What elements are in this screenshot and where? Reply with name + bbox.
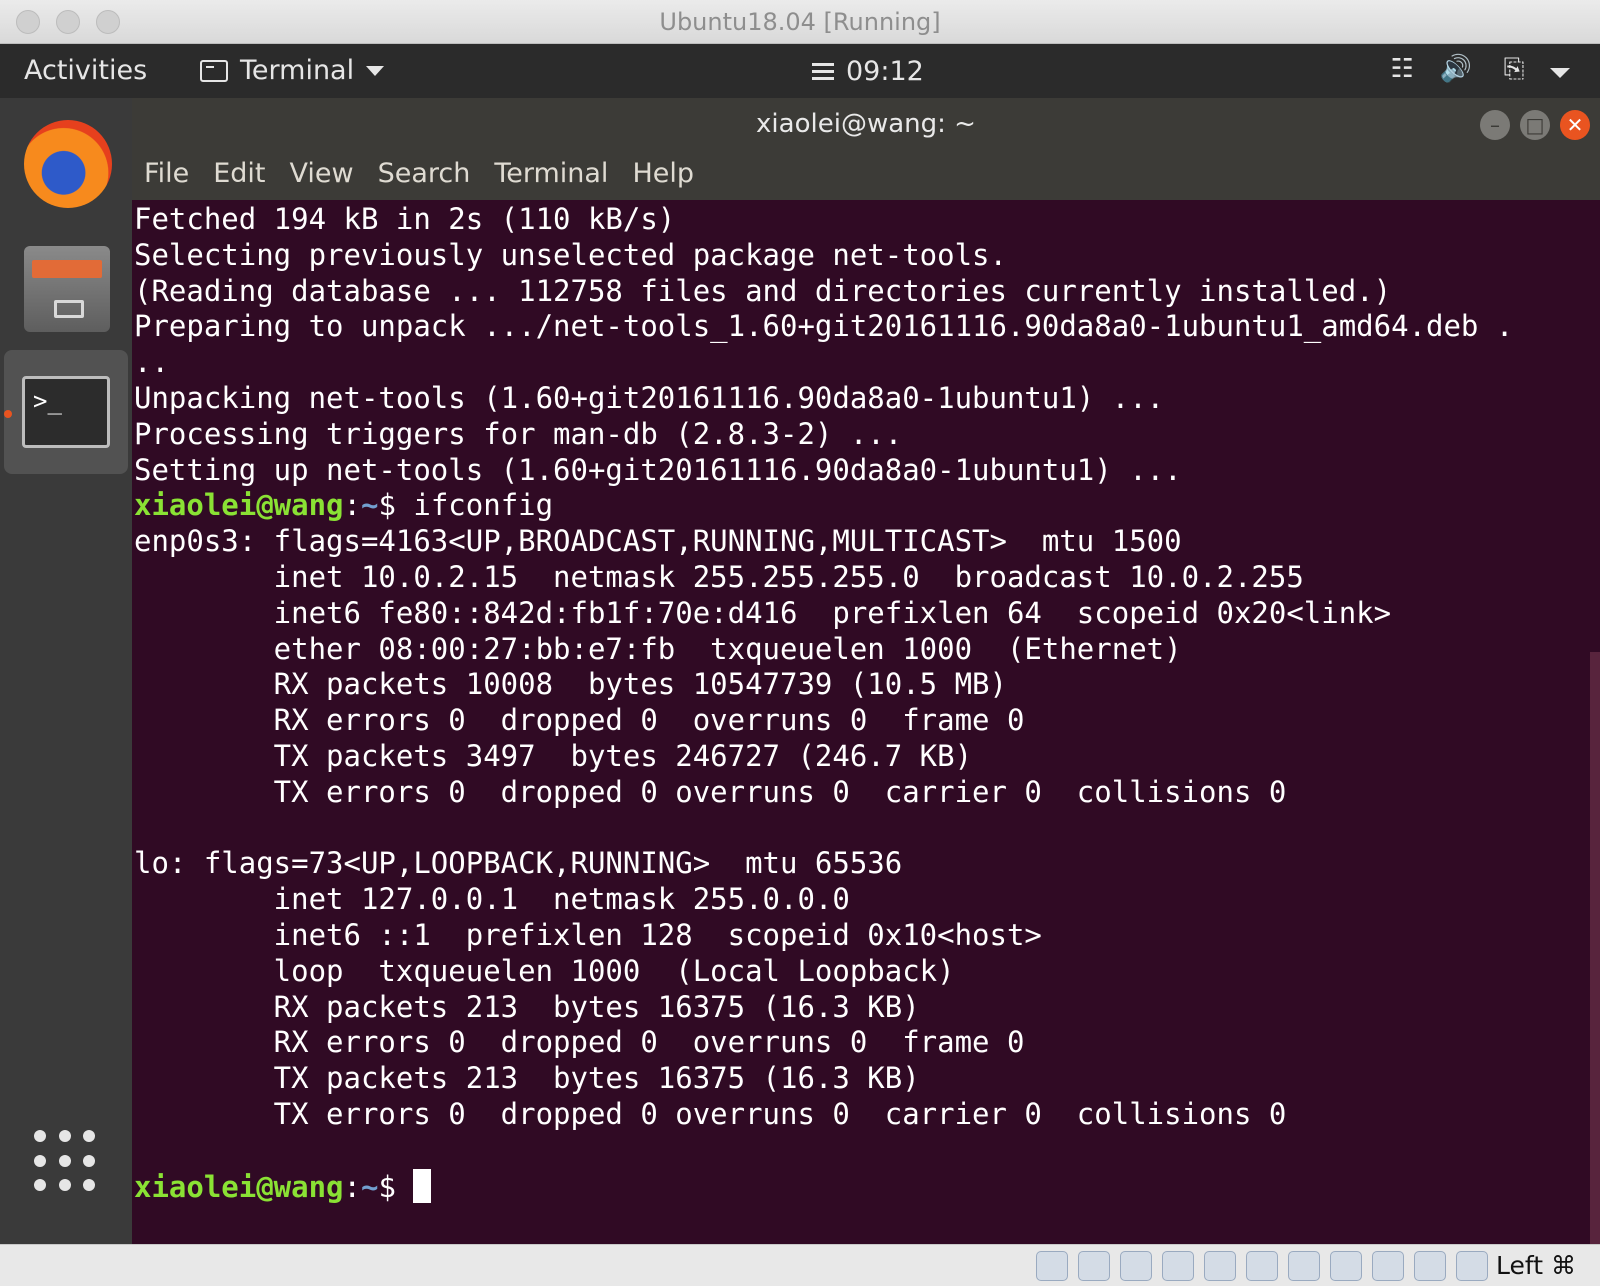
- terminal-line: Setting up net-tools (1.60+git20161116.9…: [134, 452, 1182, 487]
- ubuntu-top-bar: Activities Terminal 09:12 ☷ 🔊 ⎘: [0, 44, 1600, 98]
- maximize-icon[interactable]: □: [1520, 110, 1550, 140]
- scrollbar[interactable]: [1590, 652, 1600, 1244]
- terminal-icon: >_: [22, 376, 110, 448]
- command-text: ifconfig: [413, 488, 554, 523]
- terminal-line: inet 10.0.2.15 netmask 255.255.255.0 bro…: [134, 559, 1304, 594]
- network-icon[interactable]: ☷: [1384, 54, 1420, 88]
- terminal-line: Selecting previously unselected package …: [134, 237, 1007, 272]
- vbox-status-bar: Left ⌘: [0, 1244, 1600, 1286]
- notifications-icon: [812, 61, 834, 83]
- terminal-output-before: Fetched 194 kB in 2s (110 kB/s) Selecting…: [134, 202, 1600, 488]
- network-adapter-icon[interactable]: [1162, 1251, 1194, 1281]
- terminal-line: RX errors 0 dropped 0 overruns 0 frame 0: [134, 703, 1025, 738]
- terminal-line: Preparing to unpack .../net-tools_1.60+g…: [134, 309, 1514, 344]
- terminal-line: lo: flags=73<UP,LOOPBACK,RUNNING> mtu 65…: [134, 846, 903, 881]
- prompt-path: ~: [360, 488, 379, 523]
- cpu-icon[interactable]: [1372, 1251, 1404, 1281]
- terminal-line: Processing triggers for man-db (2.8.3-2)…: [134, 416, 903, 451]
- terminal-menu-bar: File Edit View Search Terminal Help: [132, 152, 1600, 200]
- activities-button[interactable]: Activities: [24, 55, 147, 86]
- vm-window-title: Ubuntu18.04 [Running]: [659, 8, 941, 36]
- menu-terminal[interactable]: Terminal: [494, 152, 608, 200]
- terminal-output-after: enp0s3: flags=4163<UP,BROADCAST,RUNNING,…: [134, 524, 1600, 1168]
- terminal-titlebar[interactable]: xiaolei@wang: ~ – □ ✕: [132, 98, 1600, 152]
- terminal-line: RX packets 10008 bytes 10547739 (10.5 MB…: [134, 667, 1007, 702]
- terminal-line: inet6 fe80::842d:fb1f:70e:d416 prefixlen…: [134, 595, 1392, 630]
- hard-disk-icon[interactable]: [1036, 1251, 1068, 1281]
- minimize-icon[interactable]: –: [1480, 110, 1510, 140]
- terminal-line: ..: [134, 345, 169, 380]
- dock-item-terminal[interactable]: >_: [4, 350, 128, 474]
- menu-search[interactable]: Search: [378, 152, 471, 200]
- vm-window-titlebar[interactable]: Ubuntu18.04 [Running]: [0, 0, 1600, 44]
- terminal-line: Unpacking net-tools (1.60+git20161116.90…: [134, 380, 1165, 415]
- terminal-line: RX packets 213 bytes 16375 (16.3 KB): [134, 989, 920, 1024]
- system-menu-caret-icon[interactable]: [1550, 68, 1570, 78]
- volume-icon[interactable]: 🔊: [1438, 54, 1474, 88]
- app-menu-button[interactable]: Terminal: [200, 55, 385, 86]
- command-line: xiaolei@wang:~$ ifconfig: [134, 488, 554, 523]
- dock-item-firefox[interactable]: [4, 106, 128, 230]
- terminal-line: Fetched 194 kB in 2s (110 kB/s): [134, 202, 676, 236]
- close-icon[interactable]: ✕: [1560, 110, 1590, 140]
- terminal-line: ether 08:00:27:bb:e7:fb txqueuelen 1000 …: [134, 631, 1182, 666]
- prompt-suffix: $: [378, 1169, 396, 1204]
- keyboard-capture-icon[interactable]: [1456, 1251, 1488, 1281]
- app-menu-label: Terminal: [240, 55, 355, 86]
- text-cursor: [413, 1168, 432, 1203]
- menu-edit[interactable]: Edit: [213, 152, 265, 200]
- firefox-icon: [24, 120, 112, 208]
- audio-icon[interactable]: [1120, 1251, 1152, 1281]
- device-icons: [1036, 1251, 1498, 1281]
- clock-time: 09:12: [846, 56, 924, 87]
- video-capture-icon[interactable]: [1330, 1251, 1362, 1281]
- terminal-line: (Reading database ... 112758 files and d…: [134, 273, 1392, 308]
- chevron-down-icon: [366, 65, 385, 76]
- terminal-line: inet 127.0.0.1 netmask 255.0.0.0: [134, 882, 850, 917]
- optical-drive-icon[interactable]: [1078, 1251, 1110, 1281]
- current-prompt-line[interactable]: xiaolei@wang:~$: [134, 1168, 1600, 1206]
- terminal-line: TX packets 213 bytes 16375 (16.3 KB): [134, 1061, 920, 1096]
- terminal-line: TX errors 0 dropped 0 overruns 0 carrier…: [134, 774, 1287, 809]
- dock-item-files[interactable]: [4, 226, 128, 350]
- prompt-user: xiaolei@wang: [134, 488, 344, 523]
- terminal-output[interactable]: Fetched 194 kB in 2s (110 kB/s) Selecting…: [132, 200, 1600, 1244]
- prompt-user: xiaolei@wang: [134, 1169, 344, 1204]
- usb-icon[interactable]: [1204, 1251, 1236, 1281]
- menu-file[interactable]: File: [144, 152, 189, 200]
- prompt-path: ~: [360, 1169, 379, 1204]
- power-icon[interactable]: ⎘: [1496, 54, 1532, 88]
- terminal-line: enp0s3: flags=4163<UP,BROADCAST,RUNNING,…: [134, 524, 1182, 559]
- terminal-line: TX packets 3497 bytes 246727 (246.7 KB): [134, 738, 973, 773]
- display-icon[interactable]: [1288, 1251, 1320, 1281]
- show-applications-icon[interactable]: [34, 1130, 98, 1194]
- terminal-icon: [200, 59, 228, 82]
- host-key-label: Left ⌘: [1496, 1251, 1576, 1280]
- menu-help[interactable]: Help: [632, 152, 694, 200]
- menu-view[interactable]: View: [289, 152, 353, 200]
- prompt-suffix: $: [378, 488, 396, 523]
- terminal-line: inet6 ::1 prefixlen 128 scopeid 0x10<hos…: [134, 917, 1042, 952]
- files-icon: [24, 246, 110, 332]
- mouse-integration-icon[interactable]: [1414, 1251, 1446, 1281]
- terminal-line: TX errors 0 dropped 0 overruns 0 carrier…: [134, 1096, 1287, 1131]
- dock: >_: [0, 98, 132, 1244]
- terminal-line: RX errors 0 dropped 0 overruns 0 frame 0: [134, 1025, 1025, 1060]
- terminal-line: loop txqueuelen 1000 (Local Loopback): [134, 953, 955, 988]
- running-indicator: [4, 410, 12, 418]
- clock-button[interactable]: 09:12: [812, 56, 924, 87]
- terminal-window-title: xiaolei@wang: ~: [756, 109, 976, 139]
- shared-folders-icon[interactable]: [1246, 1251, 1278, 1281]
